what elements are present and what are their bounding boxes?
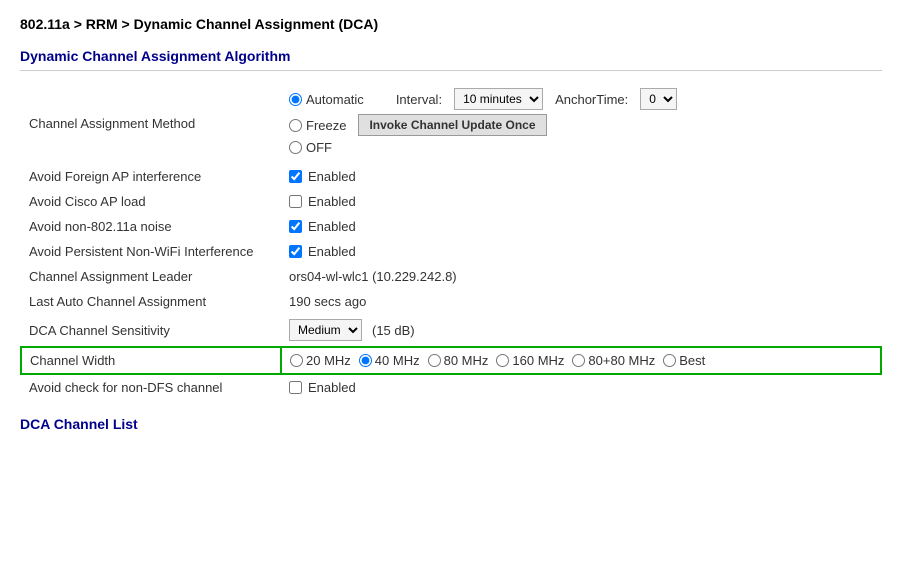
avoid-non-dfs-label: Avoid check for non-DFS channel (21, 374, 281, 400)
last-auto-channel-value: 190 secs ago (281, 289, 881, 314)
channel-width-80mhz-label: 80 MHz (444, 353, 489, 368)
channel-width-20mhz-input[interactable] (290, 354, 303, 367)
channel-width-label: Channel Width (21, 347, 281, 374)
avoid-foreign-ap-row: Avoid Foreign AP interference Enabled (21, 164, 881, 189)
avoid-persistent-value: Enabled (281, 239, 881, 264)
anchor-label: AnchorTime: (555, 92, 628, 107)
channel-width-best[interactable]: Best (663, 353, 705, 368)
last-auto-channel-label: Last Auto Channel Assignment (21, 289, 281, 314)
dca-channel-sensitivity-row: DCA Channel Sensitivity Low Medium High … (21, 314, 881, 347)
radio-automatic[interactable]: Automatic (289, 92, 364, 107)
channel-width-80plus80mhz[interactable]: 80+80 MHz (572, 353, 655, 368)
invoke-channel-update-button[interactable]: Invoke Channel Update Once (358, 114, 546, 136)
avoid-cisco-ap-enabled-label: Enabled (308, 194, 356, 209)
avoid-cisco-ap-checkbox-label[interactable]: Enabled (289, 194, 873, 209)
avoid-foreign-ap-checkbox[interactable] (289, 170, 302, 183)
channel-assignment-method-label: Channel Assignment Method (21, 83, 281, 164)
anchor-select[interactable]: 0123 4567 (640, 88, 677, 110)
radio-freeze-input[interactable] (289, 119, 302, 132)
dca-list-title: DCA Channel List (20, 416, 882, 432)
avoid-cisco-ap-label: Avoid Cisco AP load (21, 189, 281, 214)
avoid-non-80211a-label: Avoid non-802.11a noise (21, 214, 281, 239)
avoid-persistent-row: Avoid Persistent Non-WiFi Interference E… (21, 239, 881, 264)
avoid-non-80211a-checkbox[interactable] (289, 220, 302, 233)
channel-assignment-leader-value: ors04-wl-wlc1 (10.229.242.8) (281, 264, 881, 289)
channel-width-best-input[interactable] (663, 354, 676, 367)
avoid-foreign-ap-label: Avoid Foreign AP interference (21, 164, 281, 189)
avoid-non-80211a-checkbox-label[interactable]: Enabled (289, 219, 873, 234)
avoid-persistent-checkbox-label[interactable]: Enabled (289, 244, 873, 259)
radio-off[interactable]: OFF (289, 140, 332, 155)
avoid-non-dfs-enabled-label: Enabled (308, 380, 356, 395)
channel-assignment-leader-label: Channel Assignment Leader (21, 264, 281, 289)
channel-width-best-label: Best (679, 353, 705, 368)
avoid-non-80211a-value: Enabled (281, 214, 881, 239)
section-title: Dynamic Channel Assignment Algorithm (20, 48, 882, 71)
channel-width-20mhz[interactable]: 20 MHz (290, 353, 351, 368)
radio-off-label: OFF (306, 140, 332, 155)
channel-width-20mhz-label: 20 MHz (306, 353, 351, 368)
avoid-persistent-checkbox[interactable] (289, 245, 302, 258)
avoid-non-dfs-checkbox-label[interactable]: Enabled (289, 380, 873, 395)
radio-freeze[interactable]: Freeze (289, 118, 346, 133)
avoid-non-dfs-value: Enabled (281, 374, 881, 400)
avoid-cisco-ap-value: Enabled (281, 189, 881, 214)
avoid-non-dfs-row: Avoid check for non-DFS channel Enabled (21, 374, 881, 400)
avoid-foreign-ap-checkbox-label[interactable]: Enabled (289, 169, 873, 184)
radio-automatic-label: Automatic (306, 92, 364, 107)
dca-channel-sensitivity-label: DCA Channel Sensitivity (21, 314, 281, 347)
avoid-foreign-ap-value: Enabled (281, 164, 881, 189)
channel-width-40mhz-label: 40 MHz (375, 353, 420, 368)
channel-width-80mhz[interactable]: 80 MHz (428, 353, 489, 368)
channel-assignment-method-value: Automatic Interval: 10 minutes 30 minute… (281, 83, 881, 164)
avoid-cisco-ap-row: Avoid Cisco AP load Enabled (21, 189, 881, 214)
channel-width-80plus80mhz-input[interactable] (572, 354, 585, 367)
channel-width-value: 20 MHz 40 MHz 80 MHz 160 MHz (281, 347, 881, 374)
channel-width-40mhz[interactable]: 40 MHz (359, 353, 420, 368)
avoid-persistent-label: Avoid Persistent Non-WiFi Interference (21, 239, 281, 264)
channel-width-row: Channel Width 20 MHz 40 MHz 80 MHz (21, 347, 881, 374)
channel-assignment-method-row: Channel Assignment Method Automatic Inte… (21, 83, 881, 164)
dca-sensitivity-select[interactable]: Low Medium High (289, 319, 362, 341)
avoid-non-80211a-enabled-label: Enabled (308, 219, 356, 234)
avoid-non-dfs-checkbox[interactable] (289, 381, 302, 394)
interval-label: Interval: (396, 92, 442, 107)
radio-off-input[interactable] (289, 141, 302, 154)
channel-width-80plus80mhz-label: 80+80 MHz (588, 353, 655, 368)
breadcrumb: 802.11a > RRM > Dynamic Channel Assignme… (20, 16, 882, 32)
channel-assignment-leader-row: Channel Assignment Leader ors04-wl-wlc1 … (21, 264, 881, 289)
channel-width-160mhz-label: 160 MHz (512, 353, 564, 368)
channel-width-80mhz-input[interactable] (428, 354, 441, 367)
dca-channel-sensitivity-value: Low Medium High (15 dB) (281, 314, 881, 347)
radio-automatic-input[interactable] (289, 93, 302, 106)
last-auto-channel-row: Last Auto Channel Assignment 190 secs ag… (21, 289, 881, 314)
radio-freeze-label: Freeze (306, 118, 346, 133)
interval-select[interactable]: 10 minutes 30 minutes 60 minutes 6 hours (454, 88, 543, 110)
avoid-persistent-enabled-label: Enabled (308, 244, 356, 259)
dca-db-label: (15 dB) (372, 323, 415, 338)
avoid-cisco-ap-checkbox[interactable] (289, 195, 302, 208)
channel-width-160mhz-input[interactable] (496, 354, 509, 367)
avoid-non-80211a-row: Avoid non-802.11a noise Enabled (21, 214, 881, 239)
channel-width-160mhz[interactable]: 160 MHz (496, 353, 564, 368)
avoid-foreign-ap-enabled-label: Enabled (308, 169, 356, 184)
channel-width-40mhz-input[interactable] (359, 354, 372, 367)
